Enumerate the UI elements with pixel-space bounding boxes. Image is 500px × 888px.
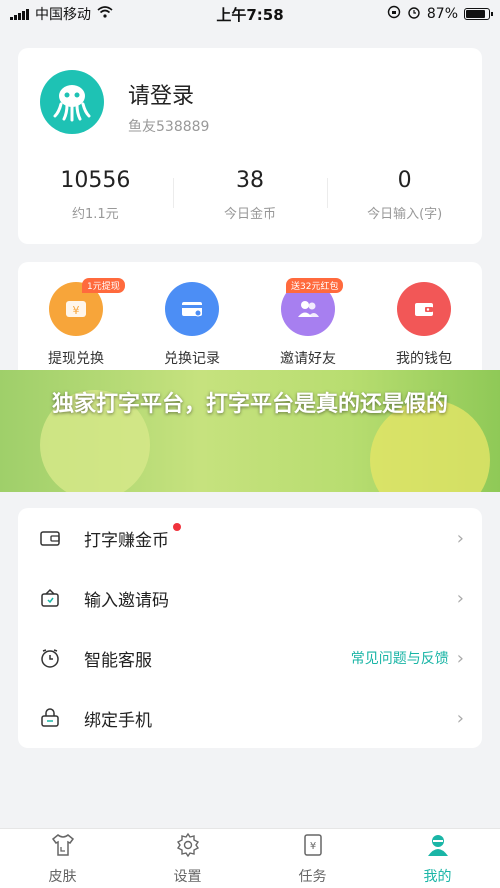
battery-icon bbox=[464, 8, 493, 20]
menu-label: 打字赚金币 bbox=[84, 522, 181, 551]
stat-coins[interactable]: 10556 约1.1元 bbox=[18, 168, 173, 222]
stat-label: 今日金币 bbox=[224, 207, 277, 222]
task-icon: ¥ bbox=[300, 832, 326, 862]
tab-label: 我的 bbox=[423, 868, 452, 885]
shortcut-exchange-history[interactable]: 兑换记录 bbox=[134, 262, 250, 384]
chevron-right-icon: › bbox=[456, 647, 464, 669]
stat-today-input[interactable]: 0 今日输入(字) bbox=[327, 168, 482, 222]
chevron-right-icon: › bbox=[456, 587, 464, 609]
settings-list: 打字赚金币 › 输入邀请码 › 智能客服 常见问题与反馈 › 绑定手机 › bbox=[18, 508, 482, 748]
menu-bind-phone[interactable]: 绑定手机 › bbox=[18, 688, 482, 748]
stat-value: 38 bbox=[236, 168, 264, 193]
menu-label: 绑定手机 bbox=[84, 710, 152, 731]
octopus-logo-icon bbox=[53, 85, 91, 122]
clock-time: 上午7:58 bbox=[216, 5, 284, 24]
stat-value: 10556 bbox=[60, 168, 131, 193]
card-icon bbox=[165, 282, 219, 336]
promo-badge: 送32元红包 bbox=[286, 278, 344, 293]
stat-today-coins[interactable]: 38 今日金币 bbox=[172, 168, 328, 222]
user-id: 鱼友538889 bbox=[128, 119, 210, 135]
tab-settings[interactable]: 设置 bbox=[125, 829, 250, 888]
tab-label: 设置 bbox=[173, 868, 202, 885]
carrier-label: 中国移动 bbox=[35, 7, 91, 23]
rotation-lock-icon bbox=[387, 5, 401, 23]
shortcut-invite-friends[interactable]: 邀请好友 送32元红包 bbox=[250, 262, 366, 384]
gift-icon bbox=[38, 586, 62, 610]
promo-banner[interactable]: 独家打字平台，打字平台是真的还是假的 bbox=[0, 370, 500, 492]
login-prompt[interactable]: 请登录 bbox=[128, 78, 194, 110]
stat-value: 0 bbox=[397, 168, 412, 193]
stat-label: 约1.1元 bbox=[71, 207, 119, 222]
status-bar: 中国移动 上午7:58 87% bbox=[0, 0, 500, 28]
chevron-right-icon: › bbox=[456, 707, 464, 729]
wifi-icon bbox=[97, 6, 113, 22]
shortcut-my-wallet[interactable]: 我的钱包 bbox=[366, 262, 482, 384]
lock-icon bbox=[38, 706, 62, 730]
wallet-icon bbox=[397, 282, 451, 336]
menu-type-earn-coins[interactable]: 打字赚金币 › bbox=[18, 508, 482, 568]
tab-mine[interactable]: 我的 bbox=[375, 829, 500, 888]
stats-row: 10556 约1.1元 38 今日金币 0 今日输入(字) bbox=[18, 168, 482, 222]
shirt-icon bbox=[50, 832, 76, 862]
shortcuts-card: ¥ 提现兑换 1元提现 兑换记录 邀请好友 送32元红包 我的钱包 bbox=[18, 262, 482, 384]
menu-smart-support[interactable]: 智能客服 常见问题与反馈 › bbox=[18, 628, 482, 688]
faq-link[interactable]: 常见问题与反馈 bbox=[351, 648, 449, 668]
chevron-right-icon: › bbox=[456, 527, 464, 549]
alarm-icon bbox=[407, 5, 421, 23]
wallet-outline-icon bbox=[38, 526, 62, 550]
notification-dot bbox=[173, 522, 181, 531]
shortcut-label: 我的钱包 bbox=[396, 351, 452, 367]
gear-icon bbox=[175, 832, 201, 862]
stat-label: 今日输入(字) bbox=[367, 207, 443, 222]
profile-card: 请登录 鱼友538889 10556 约1.1元 38 今日金币 0 今日输入(… bbox=[18, 48, 482, 244]
shortcut-withdraw[interactable]: ¥ 提现兑换 1元提现 bbox=[18, 262, 134, 384]
banner-title: 独家打字平台，打字平台是真的还是假的 bbox=[51, 392, 448, 417]
svg-text:¥: ¥ bbox=[309, 841, 315, 852]
menu-label-text: 打字赚金币 bbox=[84, 530, 169, 551]
avatar[interactable] bbox=[40, 70, 104, 134]
shortcut-label: 提现兑换 bbox=[48, 351, 104, 367]
tab-label: 皮肤 bbox=[48, 868, 77, 885]
menu-label: 输入邀请码 bbox=[84, 590, 169, 611]
tab-tasks[interactable]: ¥ 任务 bbox=[250, 829, 375, 888]
clock-icon bbox=[38, 646, 62, 670]
battery-percent: 87% bbox=[426, 6, 458, 22]
svg-text:¥: ¥ bbox=[73, 304, 80, 317]
menu-label: 智能客服 bbox=[84, 650, 152, 671]
user-icon bbox=[425, 832, 451, 862]
shortcut-label: 邀请好友 bbox=[280, 351, 336, 367]
shortcut-label: 兑换记录 bbox=[164, 351, 220, 367]
menu-enter-invite-code[interactable]: 输入邀请码 › bbox=[18, 568, 482, 628]
bottom-tab-bar: 皮肤 设置 ¥ 任务 我的 bbox=[0, 828, 500, 888]
tab-skin[interactable]: 皮肤 bbox=[0, 829, 125, 888]
tab-label: 任务 bbox=[298, 868, 327, 885]
promo-badge: 1元提现 bbox=[82, 278, 125, 293]
signal-icon bbox=[10, 8, 29, 20]
